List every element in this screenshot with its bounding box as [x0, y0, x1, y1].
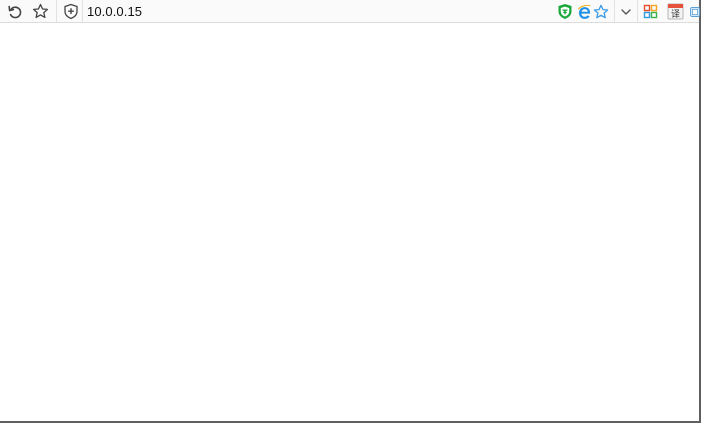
bookmark-button[interactable] — [30, 2, 50, 21]
site-security-button[interactable] — [61, 2, 81, 21]
reload-button[interactable] — [5, 2, 25, 21]
toolbar-divider — [56, 0, 57, 23]
ie-compat-icon — [577, 4, 590, 19]
reload-icon — [8, 5, 22, 18]
screenshot-icon — [690, 6, 700, 17]
translate-button[interactable]: 译 — [665, 2, 685, 21]
toolbar-divider — [637, 0, 638, 23]
page-content[interactable] — [0, 23, 699, 421]
apps-grid-icon — [643, 4, 657, 19]
address-bar-url[interactable]: 10.0.0.15 — [87, 3, 142, 20]
toolbar-divider — [82, 0, 83, 23]
translate-icon: 译 — [667, 3, 683, 20]
browser-toolbar: 10.0.0.15 译 — [0, 0, 701, 23]
add-favorite-button[interactable] — [591, 2, 611, 21]
toolbar-divider — [614, 0, 615, 23]
menu-dropdown-button[interactable] — [616, 2, 636, 21]
browser-window: 10.0.0.15 译 — [0, 0, 701, 423]
green-shield-extension-icon — [558, 4, 572, 19]
apps-button[interactable] — [640, 2, 660, 21]
screenshot-button[interactable] — [689, 2, 701, 21]
security-shield-icon — [64, 3, 78, 20]
translate-glyph: 译 — [670, 9, 679, 20]
green-shield-extension-button[interactable] — [555, 2, 575, 21]
bookmark-star-icon — [32, 3, 48, 19]
chevron-down-icon — [621, 8, 631, 15]
favorite-star-icon — [593, 4, 609, 18]
